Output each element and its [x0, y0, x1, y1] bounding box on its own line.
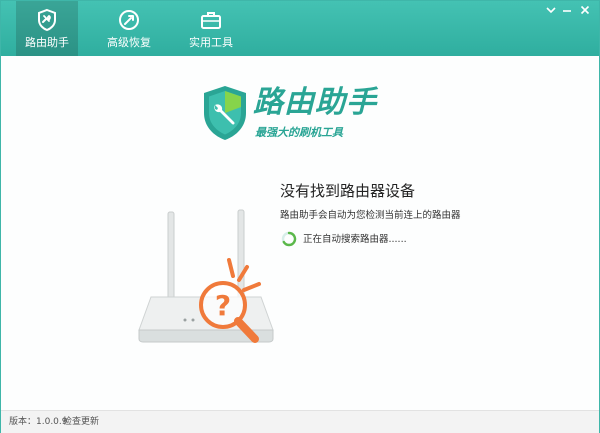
- tab-utilities[interactable]: 实用工具: [175, 1, 247, 56]
- tab-router-assistant[interactable]: 路由助手: [16, 1, 78, 56]
- menu-icon: [546, 7, 556, 14]
- close-icon: [580, 5, 590, 15]
- logo-subtitle: 最强大的刷机工具: [255, 126, 343, 139]
- tab-advanced-restore[interactable]: 高级恢复: [93, 1, 165, 56]
- toolbox-icon: [199, 8, 223, 32]
- app-window: 路由助手 高级恢复 实用工具 路由助手 最强大的刷机工具 ? 没有找到路由器设备…: [0, 0, 600, 433]
- tab-label: 高级恢复: [107, 36, 151, 49]
- status-description: 路由助手会自动为您检测当前连上的路由器: [280, 210, 461, 221]
- tab-label: 实用工具: [189, 36, 233, 49]
- minimize-icon: [563, 10, 571, 12]
- app-logo: 路由助手 最强大的刷机工具: [199, 83, 409, 145]
- check-update-link[interactable]: 检查更新: [63, 416, 99, 428]
- version-label: 版本：1.0.0.9: [9, 417, 68, 427]
- status-title: 没有找到路由器设备: [280, 182, 416, 200]
- svg-text:?: ?: [215, 289, 231, 322]
- main-content: 路由助手 最强大的刷机工具 ? 没有找到路由器设备 路由助手会自动为您检测当前连…: [1, 56, 599, 410]
- shield-logo-icon: [204, 86, 246, 140]
- logo-title: 路由助手: [253, 85, 377, 120]
- restore-icon: [117, 8, 141, 32]
- close-button[interactable]: [575, 3, 595, 17]
- status-bar: 版本：1.0.0.9 检查更新: [1, 410, 599, 433]
- searching-status-text: 正在自动搜索路由器......: [303, 234, 407, 245]
- tab-label: 路由助手: [25, 36, 69, 49]
- loading-spinner-icon: [281, 231, 297, 247]
- shield-wrench-icon: [35, 8, 59, 32]
- router-illustration: ?: [138, 209, 274, 343]
- minimize-button[interactable]: [557, 3, 577, 17]
- header-bar: 路由助手 高级恢复 实用工具: [1, 1, 599, 56]
